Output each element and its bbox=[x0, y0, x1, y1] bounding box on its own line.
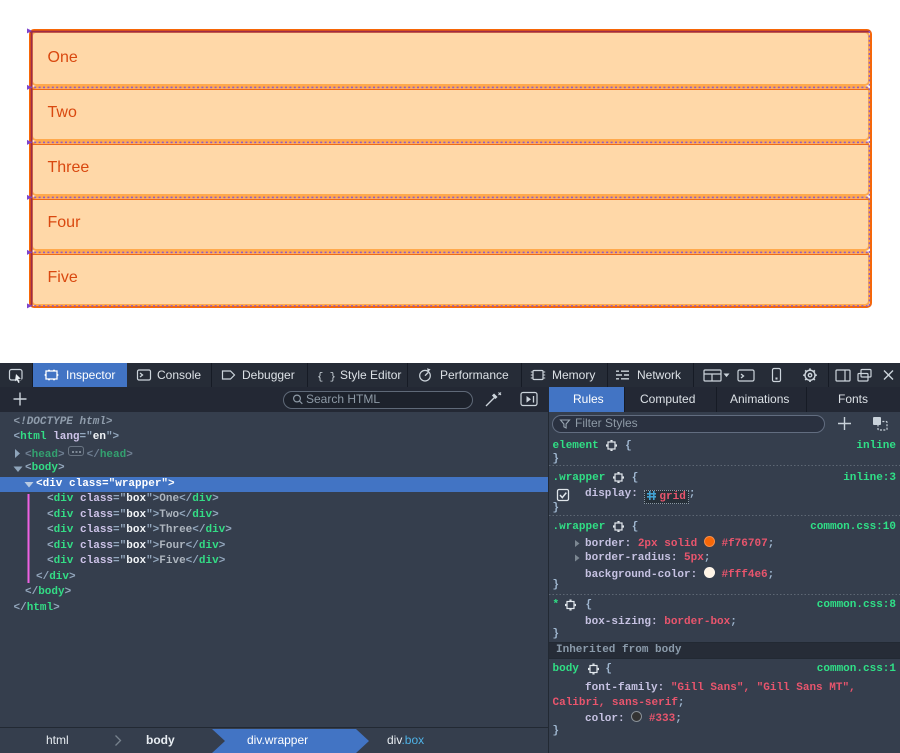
svg-text:{ }: { } bbox=[317, 371, 336, 383]
